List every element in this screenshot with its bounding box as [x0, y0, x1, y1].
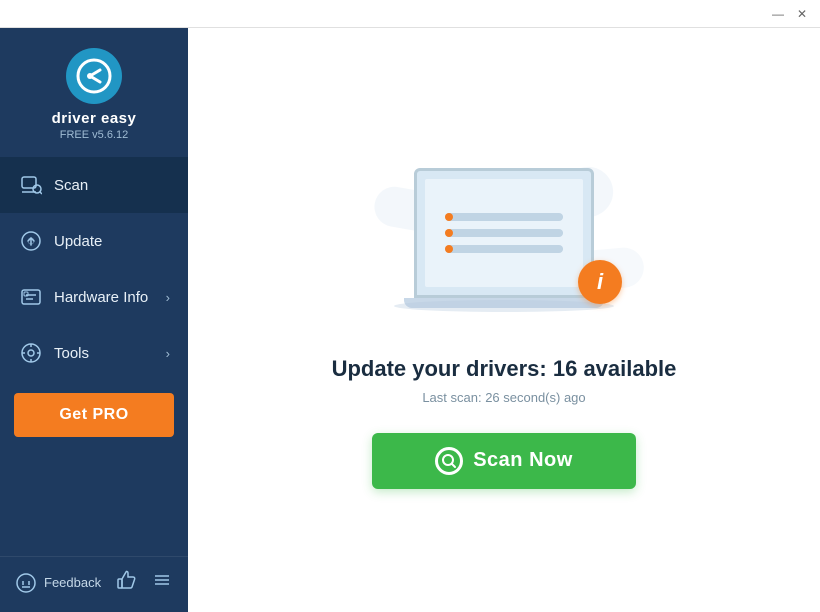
scan-now-label: Scan Now	[473, 449, 573, 472]
main-area: driver easy FREE v5.6.12 Scan	[0, 28, 820, 612]
main-content: i Update your drivers: 16 available Last…	[188, 28, 820, 612]
sidebar: driver easy FREE v5.6.12 Scan	[0, 28, 188, 612]
screen-dot-2	[445, 229, 453, 237]
illustration: i	[374, 152, 634, 332]
minimize-button[interactable]: —	[768, 4, 788, 24]
screen-line-2	[445, 229, 563, 237]
main-window: — ✕ driver easy FREE v5.6.12	[0, 0, 820, 612]
get-pro-button[interactable]: Get PRO	[14, 393, 174, 437]
feedback-area[interactable]: Feedback	[16, 573, 101, 593]
sidebar-item-hardware-info[interactable]: Hardware Info ›	[0, 269, 188, 325]
screen-dot-3	[445, 245, 453, 253]
update-nav-icon	[18, 228, 44, 254]
laptop-screen-inner	[425, 179, 583, 287]
sidebar-item-update[interactable]: Update	[0, 213, 188, 269]
update-nav-label: Update	[54, 233, 170, 250]
hardware-info-arrow: ›	[166, 290, 170, 305]
tools-nav-label: Tools	[54, 345, 166, 362]
main-title: Update your drivers: 16 available	[332, 356, 677, 382]
hardware-info-nav-icon	[18, 284, 44, 310]
info-badge: i	[578, 260, 622, 304]
screen-bar-1	[459, 214, 563, 220]
sidebar-item-tools[interactable]: Tools ›	[0, 325, 188, 381]
screen-dot-1	[445, 213, 453, 221]
close-button[interactable]: ✕	[792, 4, 812, 24]
logo-title: driver easy	[52, 110, 137, 127]
feedback-icon	[16, 573, 36, 593]
tools-nav-icon	[18, 340, 44, 366]
scan-nav-label: Scan	[54, 177, 170, 194]
logo-area: driver easy FREE v5.6.12	[0, 28, 188, 157]
sidebar-bottom: Feedback	[0, 556, 188, 612]
tools-arrow: ›	[166, 346, 170, 361]
laptop-screen	[414, 168, 594, 298]
screen-bar-3	[459, 246, 563, 252]
sidebar-item-scan[interactable]: Scan	[0, 157, 188, 213]
menu-icon[interactable]	[152, 570, 172, 595]
logo-icon	[66, 48, 122, 104]
scan-btn-icon	[435, 447, 463, 475]
last-scan-text: Last scan: 26 second(s) ago	[422, 390, 585, 405]
laptop-shadow	[394, 300, 614, 312]
screen-bar-2	[459, 230, 563, 236]
title-bar: — ✕	[0, 0, 820, 28]
thumbs-up-icon[interactable]	[116, 569, 138, 596]
scan-nav-icon	[18, 172, 44, 198]
hardware-info-nav-label: Hardware Info	[54, 289, 166, 306]
logo-svg	[76, 58, 112, 94]
screen-line-1	[445, 213, 563, 221]
feedback-label: Feedback	[44, 575, 101, 590]
scan-now-button[interactable]: Scan Now	[372, 433, 636, 489]
logo-version: FREE v5.6.12	[60, 129, 128, 141]
screen-line-3	[445, 245, 563, 253]
